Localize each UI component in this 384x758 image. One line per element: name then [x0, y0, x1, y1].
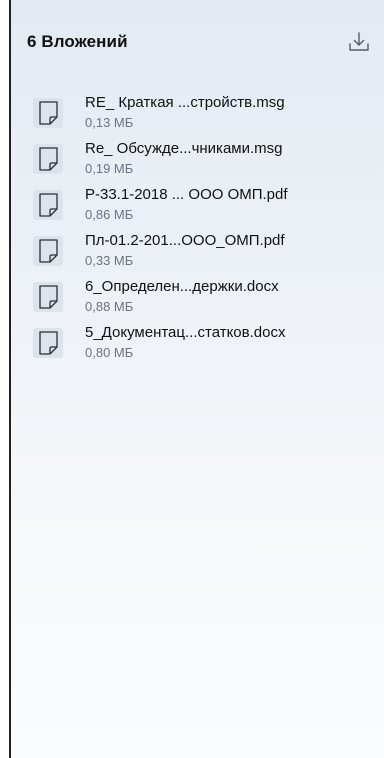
attachment-size: 0,13 МБ — [85, 115, 134, 130]
attachment-name: Р-33.1-2018 ... ООО ОМП.pdf — [85, 186, 288, 203]
attachment-name: Пл-01.2-201...ООО_ОМП.pdf — [85, 232, 285, 249]
attachments-panel: 6 Вложений RE_ Краткая ...стройств.msg 0… — [9, 0, 384, 758]
attachments-list: RE_ Краткая ...стройств.msg 0,13 МБ Re_ … — [33, 94, 373, 370]
attachment-name: 6_Определен...держки.docx — [85, 278, 279, 295]
attachment-item[interactable]: Пл-01.2-201...ООО_ОМП.pdf 0,33 МБ — [33, 232, 373, 277]
file-icon — [33, 282, 63, 312]
attachment-item[interactable]: RE_ Краткая ...стройств.msg 0,13 МБ — [33, 94, 373, 139]
attachment-size: 0,88 МБ — [85, 299, 134, 314]
attachments-header: 6 Вложений — [11, 0, 384, 86]
attachment-item[interactable]: 5_Документац...статков.docx 0,80 МБ — [33, 324, 373, 369]
attachment-name: 5_Документац...статков.docx — [85, 324, 286, 341]
attachment-size: 0,86 МБ — [85, 207, 134, 222]
attachment-item[interactable]: Re_ Обсужде...чниками.msg 0,19 МБ — [33, 140, 373, 185]
attachment-size: 0,33 МБ — [85, 253, 134, 268]
attachment-size: 0,80 МБ — [85, 345, 134, 360]
file-icon — [33, 144, 63, 174]
attachment-item[interactable]: 6_Определен...держки.docx 0,88 МБ — [33, 278, 373, 323]
attachments-count-title: 6 Вложений — [27, 32, 128, 51]
download-icon — [349, 32, 369, 51]
attachment-size: 0,19 МБ — [85, 161, 134, 176]
download-all-button[interactable] — [347, 30, 371, 54]
file-icon — [33, 328, 63, 358]
attachment-name: RE_ Краткая ...стройств.msg — [85, 94, 285, 111]
attachment-item[interactable]: Р-33.1-2018 ... ООО ОМП.pdf 0,86 МБ — [33, 186, 373, 231]
file-icon — [33, 190, 63, 220]
file-icon — [33, 98, 63, 128]
file-icon — [33, 236, 63, 266]
attachment-name: Re_ Обсужде...чниками.msg — [85, 140, 283, 157]
